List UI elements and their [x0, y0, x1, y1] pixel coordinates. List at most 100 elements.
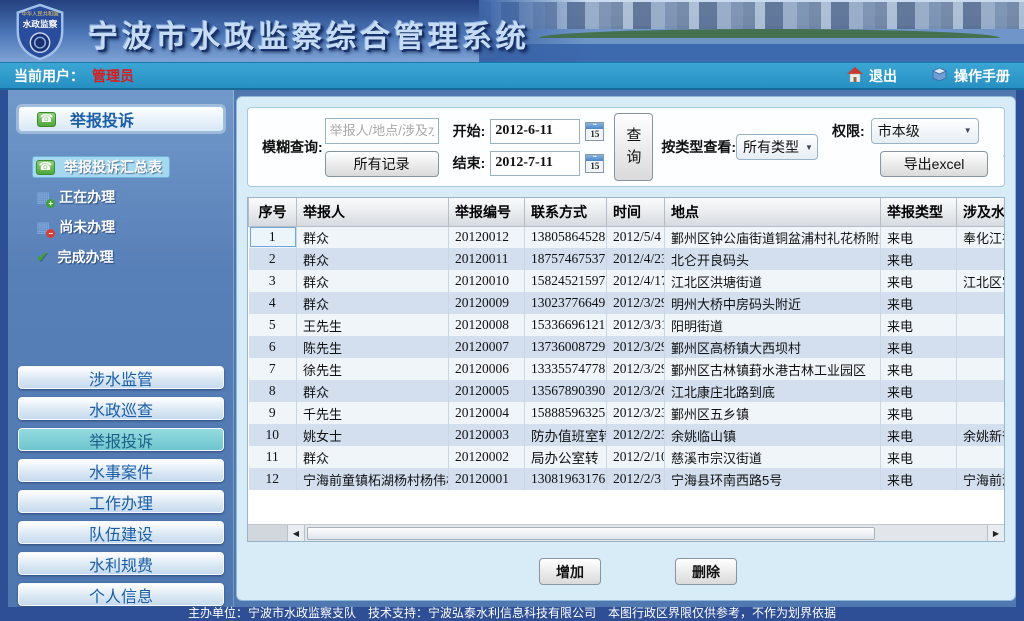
table-cell: 姚女士 — [297, 424, 449, 446]
table-cell: 20120003 — [449, 424, 525, 446]
table-cell: 11 — [249, 446, 297, 468]
current-user-label: 当前用户： — [14, 66, 84, 86]
permission-label: 权限: — [832, 121, 865, 141]
table-cell — [957, 248, 1006, 270]
table-row[interactable]: 12宁海前童镇柘湖杨村杨伟林20120001130819631762012/2/… — [249, 468, 1006, 490]
table-cell: 20120002 — [449, 446, 525, 468]
table-row[interactable]: 6陈先生20120007137360087292012/3/29鄞州区高桥镇大西… — [249, 336, 1006, 358]
table-cell — [957, 314, 1006, 336]
sidebar-nav-personal-info[interactable]: 个人信息 — [18, 583, 224, 606]
scroll-left-arrow[interactable]: ◀ — [288, 525, 305, 541]
table-cell: 6 — [249, 336, 297, 358]
column-header: 涉及水域 — [957, 198, 1006, 226]
report-table-container: 序号举报人举报编号联系方式时间地点举报类型涉及水域 1群众20120012138… — [247, 197, 1005, 542]
sidebar-item-in-progress[interactable]: ▦+正在办理 — [32, 186, 123, 208]
main-region: ☎ 举报投诉 ☎举报投诉汇总表 ▦+正在办理 ▦−尚未办理 ✔完成办理 涉水监管水政巡… — [0, 90, 1024, 607]
calendar-icon[interactable]: 15 — [585, 122, 604, 141]
scrollbar-thumb[interactable] — [307, 527, 875, 540]
export-excel-button[interactable]: 导出excel — [880, 151, 988, 177]
table-cell: 13081963176 — [525, 468, 607, 490]
table-cell: 2 — [249, 248, 297, 270]
table-row[interactable]: 3群众20120010158245215972012/4/17江北区洪塘街道来电… — [249, 270, 1006, 292]
table-row[interactable]: 7徐先生20120006133355747782012/3/29鄞州区古林镇葑水… — [249, 358, 1006, 380]
type-filter-select[interactable]: 所有类型 ▼ — [736, 134, 818, 160]
report-table: 序号举报人举报编号联系方式时间地点举报类型涉及水域 1群众20120012138… — [248, 198, 1005, 490]
sidebar-section-header[interactable]: ☎ 举报投诉 — [18, 106, 224, 132]
sidebar-nav-team-building[interactable]: 队伍建设 — [18, 521, 224, 544]
table-row[interactable]: 11群众20120002局办公室转2012/2/10慈溪市宗汉街道来电 — [249, 446, 1006, 468]
sidebar-item-not-handled[interactable]: ▦−尚未办理 — [32, 216, 123, 238]
table-cell: 8 — [249, 380, 297, 402]
table-cell: 2012/5/4 — [607, 226, 665, 248]
top-banner: 中华人民共和国 水政监察 宁波市水政监察综合管理系统 — [0, 0, 1024, 62]
table-cell: 20120005 — [449, 380, 525, 402]
table-cell: 2012/3/29 — [607, 336, 665, 358]
table-cell: 20120011 — [449, 248, 525, 270]
sidebar-sub-menu: ☎举报投诉汇总表 ▦+正在办理 ▦−尚未办理 ✔完成办理 — [32, 156, 234, 268]
table-row[interactable]: 10姚女士20120003防办值班室转2012/2/23余姚临山镇来电余姚新奄 — [249, 424, 1006, 446]
table-cell: 4 — [249, 292, 297, 314]
table-cell: 阳明街道 — [665, 314, 881, 336]
horizontal-scrollbar[interactable]: ◀ ▶ — [248, 524, 1004, 541]
calendar-icon[interactable]: 15 — [585, 154, 604, 173]
table-row[interactable]: 5王先生20120008153366961212012/3/31阳明街道来电 — [249, 314, 1006, 336]
table-cell — [957, 446, 1006, 468]
table-cell: 明州大桥中房码头附近 — [665, 292, 881, 314]
sidebar-section-title: 举报投诉 — [70, 107, 134, 131]
sidebar-item-label: 尚未办理 — [59, 217, 115, 237]
search-button[interactable]: 查询 — [614, 113, 653, 181]
table-row[interactable]: 9千先生20120004158885963252012/3/23鄞州区五乡镇来电 — [249, 402, 1006, 424]
sidebar-nav-water-fees[interactable]: 水利规费 — [18, 552, 224, 575]
table-row[interactable]: 4群众20120009130237766492012/3/29明州大桥中房码头附… — [249, 292, 1006, 314]
fuzzy-query-input[interactable] — [325, 118, 439, 144]
permission-select[interactable]: 市本级 ▼ — [871, 118, 979, 144]
table-cell: 13023776649 — [525, 292, 607, 314]
sidebar-item-summary-table[interactable]: ☎举报投诉汇总表 — [32, 156, 170, 178]
end-date-label: 结束: — [453, 153, 486, 173]
column-header: 联系方式 — [525, 198, 607, 226]
table-cell: 鄞州区钟公庙街道铜盆浦村礼花桥附近 — [665, 226, 881, 248]
table-cell: 鄞州区古林镇葑水港古林工业园区 — [665, 358, 881, 380]
sidebar-nav-water-supervision[interactable]: 涉水监管 — [18, 366, 224, 389]
refresh-icon[interactable] — [1002, 126, 1005, 169]
manual-button[interactable]: 操作手册 — [931, 66, 1010, 86]
book-icon — [931, 67, 948, 85]
table-row[interactable]: 2群众20120011187574675372012/4/23北仑开良码头来电 — [249, 248, 1006, 270]
table-cell: 12 — [249, 468, 297, 490]
user-bar: 当前用户： 管理员 退出 — [0, 62, 1024, 90]
table-cell: 来电 — [881, 446, 957, 468]
table-add-icon: ▦+ — [36, 190, 50, 205]
table-cell: 13805864528 — [525, 226, 607, 248]
table-cell — [957, 292, 1006, 314]
sidebar-nav: 涉水监管水政巡查举报投诉水事案件工作办理队伍建设水利规费个人信息 — [18, 366, 224, 606]
sidebar-nav-report-complaint[interactable]: 举报投诉 — [18, 428, 224, 451]
table-cell: 来电 — [881, 468, 957, 490]
start-date-input[interactable] — [490, 119, 580, 144]
column-header: 举报人 — [297, 198, 449, 226]
table-cell: 来电 — [881, 424, 957, 446]
table-cell: 2012/4/23 — [607, 248, 665, 270]
footer: 主办单位：宁波市水政监察支队 技术支持：宁波弘泰水利信息科技有限公司 本图行政区… — [0, 607, 1024, 621]
scroll-right-arrow[interactable]: ▶ — [987, 525, 1004, 541]
table-cell: 千先生 — [297, 402, 449, 424]
table-cell: 15888596325 — [525, 402, 607, 424]
start-date-label: 开始: — [453, 121, 486, 141]
sidebar-nav-water-cases[interactable]: 水事案件 — [18, 459, 224, 482]
table-row[interactable]: 1群众20120012138058645282012/5/4鄞州区钟公庙街道铜盆… — [249, 226, 1006, 248]
table-cell: 2012/2/3 — [607, 468, 665, 490]
add-button[interactable]: 增加 — [539, 558, 601, 585]
table-row[interactable]: 8群众20120005135678903902012/3/26江北康庄北路到底来… — [249, 380, 1006, 402]
table-cell: 3 — [249, 270, 297, 292]
table-cell: 20120010 — [449, 270, 525, 292]
logout-button[interactable]: 退出 — [847, 66, 897, 86]
all-records-button[interactable]: 所有记录 — [325, 151, 439, 177]
app-title: 宁波市水政监察综合管理系统 — [88, 12, 530, 56]
sidebar-item-completed[interactable]: ✔完成办理 — [32, 246, 122, 268]
sidebar-nav-work-handling[interactable]: 工作办理 — [18, 490, 224, 513]
table-cell: 来电 — [881, 358, 957, 380]
end-date-input[interactable] — [490, 151, 580, 176]
table-cell: 江北区洪塘街道 — [665, 270, 881, 292]
table-cell: 13335574778 — [525, 358, 607, 380]
delete-button[interactable]: 删除 — [675, 558, 737, 585]
sidebar-nav-water-patrol[interactable]: 水政巡查 — [18, 397, 224, 420]
